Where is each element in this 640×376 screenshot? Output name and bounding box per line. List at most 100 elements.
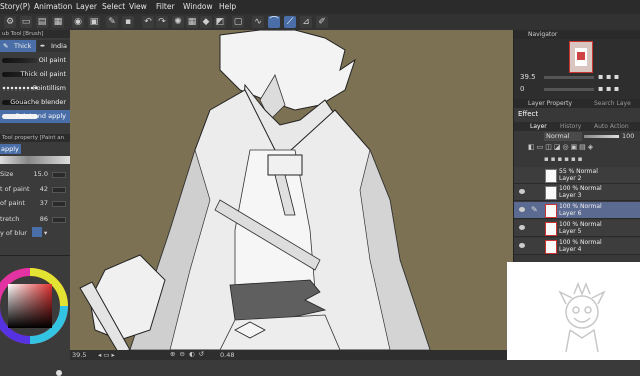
pen-ruler-icon[interactable]: ✐ bbox=[316, 16, 328, 28]
opacity-value[interactable]: 100 bbox=[622, 132, 634, 140]
zoom-readout[interactable]: 39.5 bbox=[72, 351, 86, 359]
layer-opacity-mode: 100 % Normal bbox=[559, 239, 602, 246]
pen-icon: ✒ bbox=[40, 42, 46, 50]
menu-help[interactable]: Help bbox=[219, 2, 236, 11]
navigator-title: Navigator bbox=[528, 31, 558, 38]
selection-icon[interactable]: ▢ bbox=[232, 16, 244, 28]
eye-icon[interactable] bbox=[519, 243, 525, 248]
property-value[interactable]: 86 bbox=[30, 215, 48, 223]
zoom-buttons[interactable]: ▪ ▪ ▪ bbox=[598, 72, 619, 81]
layer-name: Layer 6 bbox=[559, 210, 582, 217]
command-bar: ⚙ ▭ ▤ ▦ ◉ ▣ ✎ ▪ ↶ ↷ ✺ ▦ ◆ ◩ ▢ ∿ ⌒ ⟋ ⊿ ✐ bbox=[0, 14, 640, 31]
fill-icon[interactable]: ◆ bbox=[200, 16, 212, 28]
layer-row[interactable]: 55 % Normal Layer 2 bbox=[514, 167, 640, 184]
tab-thick[interactable]: ✎ Thick bbox=[0, 40, 36, 52]
size-value[interactable]: 15.0 bbox=[30, 170, 48, 178]
wave-icon[interactable]: ∿ bbox=[252, 16, 264, 28]
property-slider[interactable] bbox=[52, 201, 66, 207]
layer-row[interactable]: 100 % Normal Layer 4 bbox=[514, 238, 640, 255]
layer-thumbnail bbox=[545, 169, 557, 183]
tab-thick-label: Thick bbox=[14, 42, 32, 50]
opacity-slider[interactable] bbox=[584, 135, 619, 138]
camera-icon[interactable]: ◉ bbox=[72, 16, 84, 28]
settings-icon[interactable]: ⚙ bbox=[4, 16, 16, 28]
tab-layer[interactable]: Layer bbox=[530, 123, 547, 130]
eye-icon[interactable] bbox=[519, 189, 525, 194]
tab-india-label: India bbox=[51, 42, 67, 50]
menu-filter[interactable]: Filter bbox=[156, 2, 175, 11]
layer-name: Layer 3 bbox=[559, 192, 582, 199]
tab-auto-action[interactable]: Auto Action bbox=[594, 123, 629, 130]
rotate-icons[interactable]: ⊕ ⊖ ◐ ↺ bbox=[170, 350, 205, 358]
chevron-down-icon[interactable]: ▾ bbox=[44, 229, 47, 237]
layer-name: Layer 4 bbox=[559, 246, 582, 253]
canvas-area[interactable] bbox=[70, 30, 513, 350]
zoom-slider-icon[interactable]: ◂ ▭ ▸ bbox=[98, 351, 115, 359]
image-icon[interactable]: ▣ bbox=[88, 16, 100, 28]
flip-buttons[interactable]: ▪ ▪ ▪ bbox=[598, 84, 619, 93]
layer-thumbnail bbox=[545, 222, 557, 236]
size-slider[interactable] bbox=[52, 172, 66, 178]
brush-thick-oil-paint[interactable]: Thick oil paint bbox=[0, 68, 70, 81]
blur-toggle[interactable] bbox=[32, 227, 42, 237]
menu-view[interactable]: View bbox=[129, 2, 147, 11]
brush-oil-paint[interactable]: Oil paint bbox=[0, 54, 70, 67]
color-wheel[interactable] bbox=[0, 266, 70, 346]
transform-icon[interactable]: ◩ bbox=[214, 16, 226, 28]
stamp-icon[interactable]: ▪ bbox=[122, 16, 134, 28]
menu-layer[interactable]: Layer bbox=[76, 2, 97, 11]
layer-tool-icons[interactable]: ◧▭◫◪◎▣▤◈ bbox=[514, 143, 640, 155]
brush-gouache-blender[interactable]: Gouache blender bbox=[0, 96, 70, 109]
grid-icon[interactable]: ▦ bbox=[186, 16, 198, 28]
navigator-zoom-slider[interactable] bbox=[544, 76, 594, 79]
menu-story[interactable]: Story(P) bbox=[0, 2, 30, 11]
property-value[interactable]: 37 bbox=[30, 199, 48, 207]
layer-name: Layer 2 bbox=[559, 175, 582, 182]
eye-icon[interactable] bbox=[519, 207, 525, 212]
open-file-icon[interactable]: ▤ bbox=[36, 16, 48, 28]
property-slider[interactable] bbox=[52, 187, 66, 193]
layer-row-selected[interactable]: ✎ 100 % Normal Layer 6 bbox=[514, 202, 640, 219]
property-label: y of blur bbox=[0, 229, 27, 237]
brush-icon[interactable]: ✎ bbox=[106, 16, 118, 28]
tab-india[interactable]: ✒ India bbox=[37, 40, 70, 52]
density-of-paint-property: of paint 37 bbox=[0, 197, 70, 210]
sparkle-icon[interactable]: ✺ bbox=[172, 16, 184, 28]
layer-property-title: Layer Property bbox=[528, 100, 573, 107]
redo-icon[interactable]: ↷ bbox=[156, 16, 168, 28]
brush-paint-and-apply[interactable]: Paint and apply bbox=[0, 110, 70, 123]
blend-mode-value: Normal bbox=[546, 132, 570, 140]
search-layer-tab[interactable]: Search Laye bbox=[594, 99, 631, 108]
brush-label: Oil paint bbox=[38, 56, 66, 64]
layer-row[interactable]: 100 % Normal Layer 3 bbox=[514, 184, 640, 201]
special-ruler-icon[interactable]: ⊿ bbox=[300, 16, 312, 28]
eye-icon[interactable] bbox=[519, 225, 525, 230]
brush-pointillism[interactable]: Pointillism bbox=[0, 82, 70, 95]
menu-animation[interactable]: Animation bbox=[34, 2, 72, 11]
rotate-value[interactable]: 0 bbox=[520, 85, 524, 93]
navigator-thumbnail[interactable] bbox=[569, 41, 593, 73]
undo-icon[interactable]: ↶ bbox=[142, 16, 154, 28]
watermark-overlay bbox=[507, 262, 640, 360]
pen-icon: ✎ bbox=[531, 205, 538, 214]
brush-label: Thick oil paint bbox=[20, 70, 66, 78]
navigator-panel: 39.5 ▪ ▪ ▪ 0 ▪ ▪ ▪ bbox=[514, 39, 640, 99]
navigator-header: Navigator bbox=[514, 30, 640, 39]
new-file-icon[interactable]: ▭ bbox=[20, 16, 32, 28]
blend-mode-select[interactable]: Normal bbox=[544, 132, 582, 141]
tool-name: apply bbox=[0, 144, 21, 154]
navigator-zoom-value[interactable]: 39.5 bbox=[520, 73, 536, 81]
property-value[interactable]: 42 bbox=[30, 185, 48, 193]
layer-action-icons[interactable]: ▪▪▪▪▪▪ bbox=[514, 155, 640, 167]
brush-label: Pointillism bbox=[32, 84, 66, 92]
ruler-snap-icon[interactable]: ⌒ bbox=[268, 16, 280, 28]
divider bbox=[0, 255, 70, 256]
navigator-rotate-slider[interactable] bbox=[544, 88, 594, 91]
menu-window[interactable]: Window bbox=[183, 2, 213, 11]
save-icon[interactable]: ▦ bbox=[52, 16, 64, 28]
property-slider[interactable] bbox=[52, 217, 66, 223]
menu-select[interactable]: Select bbox=[102, 2, 125, 11]
tab-history[interactable]: History bbox=[560, 123, 581, 130]
layer-row[interactable]: 100 % Normal Layer 5 bbox=[514, 220, 640, 237]
line-snap-icon[interactable]: ⟋ bbox=[284, 16, 296, 28]
